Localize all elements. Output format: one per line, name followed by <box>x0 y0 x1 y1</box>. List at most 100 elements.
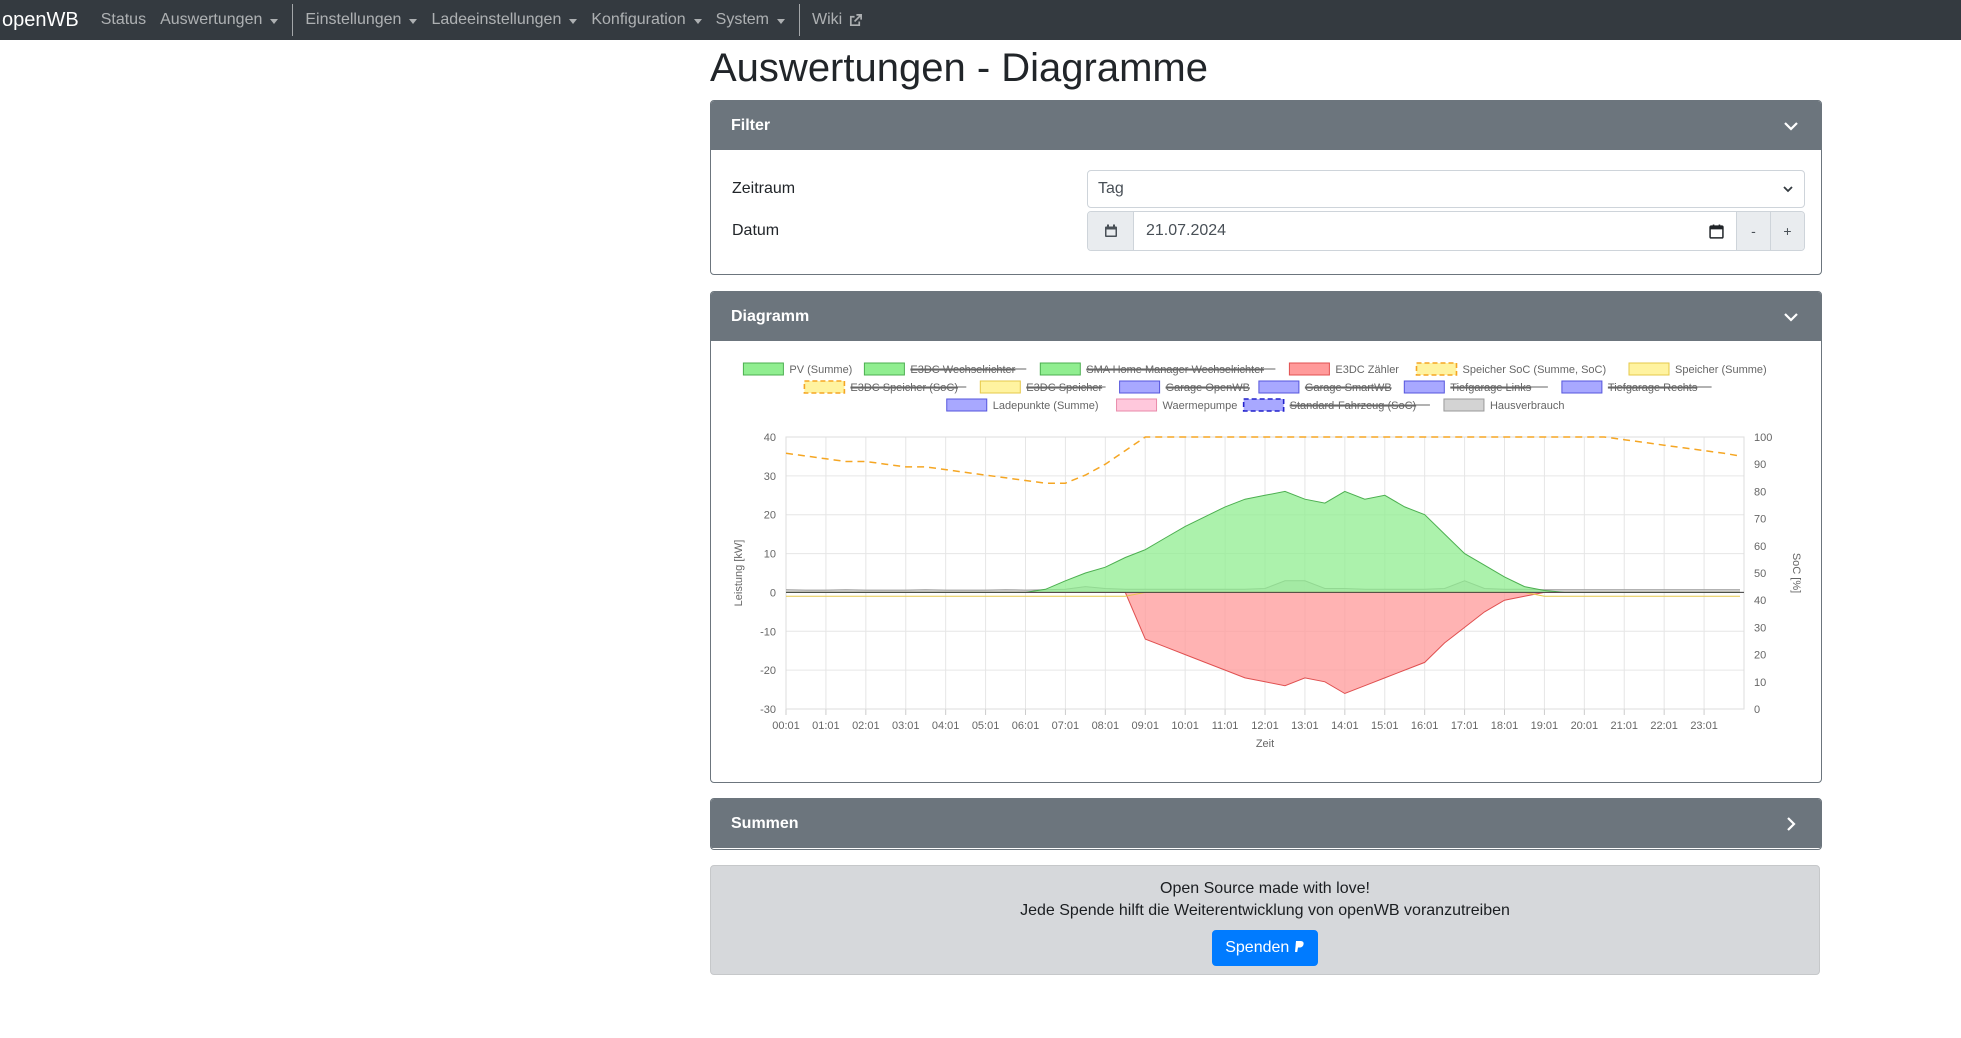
summen-card: Summen <box>710 798 1822 850</box>
legend-label[interactable]: E3DC Speicher (SoC) <box>850 382 958 394</box>
legend-label[interactable]: E3DC Zähler <box>1335 364 1399 376</box>
y-tick-right: 50 <box>1754 568 1766 580</box>
nav-system-label: System <box>715 11 769 28</box>
nav-einstellungen[interactable]: Einstellungen <box>305 11 418 29</box>
legend-swatch[interactable] <box>863 362 905 376</box>
legend-label[interactable]: PV (Summe) <box>789 364 852 376</box>
legend-label[interactable]: Standard-Fahrzeug (SoC) <box>1290 400 1417 412</box>
x-tick-label: 00:01 <box>772 720 800 732</box>
y-tick-right: 20 <box>1754 650 1766 662</box>
filter-header-label: Filter <box>731 116 771 134</box>
x-tick-label: 01:01 <box>812 720 840 732</box>
legend-label[interactable]: Garage SmartWB <box>1305 382 1392 394</box>
legend-swatch[interactable] <box>1561 380 1603 394</box>
page-title: Auswertungen - Diagramme <box>710 46 1208 90</box>
datum-label: Datum <box>732 222 780 239</box>
legend-swatch[interactable] <box>1116 398 1158 412</box>
datum-input[interactable]: 21.07.2024 <box>1134 212 1736 250</box>
legend-swatch[interactable] <box>946 398 988 412</box>
nav-divider <box>292 4 294 36</box>
legend-label[interactable]: Ladepunkte (Summe) <box>993 400 1099 412</box>
nav-wiki-label: Wiki <box>811 11 843 28</box>
summen-card-header[interactable]: Summen <box>711 799 1821 848</box>
x-tick-label: 05:01 <box>972 720 1000 732</box>
legend-label[interactable]: E3DC Wechselrichter <box>910 364 1015 376</box>
x-tick-label: 22:01 <box>1650 720 1678 732</box>
y-tick-left: 30 <box>764 471 776 483</box>
x-tick-label: 09:01 <box>1131 720 1159 732</box>
legend-swatch[interactable] <box>1415 362 1458 376</box>
x-tick-label: 13:01 <box>1291 720 1319 732</box>
legend-swatch[interactable] <box>979 380 1021 394</box>
datum-input-group: 21.07.2024 - + <box>1087 211 1805 251</box>
legend-label[interactable]: Speicher SoC (Summe, SoC) <box>1463 364 1607 376</box>
y-tick-right: 0 <box>1754 704 1760 716</box>
nav-wiki[interactable]: Wiki <box>812 11 863 29</box>
x-tick-label: 17:01 <box>1451 720 1479 732</box>
legend-swatch[interactable] <box>1443 398 1485 412</box>
legend-label[interactable]: Garage OpenWB <box>1166 382 1250 394</box>
legend-swatch[interactable] <box>1039 362 1081 376</box>
caret-down-icon <box>776 18 785 24</box>
y-tick-left: -10 <box>760 626 776 638</box>
legend-label[interactable]: SMA Home Manager Wechselrichter <box>1086 364 1264 376</box>
legend-label[interactable]: Speicher (Summe) <box>1675 364 1767 376</box>
x-tick-label: 20:01 <box>1571 720 1599 732</box>
caret-down-icon <box>270 18 279 24</box>
caret-down-icon <box>693 18 702 24</box>
nav-einstellungen-label: Einstellungen <box>305 11 402 28</box>
legend-label[interactable]: Tiefgarage Links <box>1450 382 1531 394</box>
legend-swatch[interactable] <box>1403 380 1445 394</box>
legend-swatch[interactable] <box>1288 362 1330 376</box>
caret-down-icon <box>409 18 418 24</box>
zeitraum-row: Zeitraum Tag <box>732 170 1805 208</box>
filter-card: Filter Zeitraum Tag Datum 21.07.2024 - + <box>710 100 1822 275</box>
nav-status[interactable]: Status <box>101 11 146 29</box>
donate-label: Spenden <box>1225 939 1290 956</box>
x-tick-label: 04:01 <box>932 720 960 732</box>
diagram-card: Diagramm PV (Summe) E3DC Wechselrichter SM… <box>710 291 1822 783</box>
legend-swatch[interactable] <box>1119 380 1161 394</box>
x-tick-label: 23:01 <box>1690 720 1718 732</box>
nav-system[interactable]: System <box>716 11 785 29</box>
legend-swatch[interactable] <box>803 380 846 394</box>
legend-label[interactable]: Waermepumpe <box>1163 400 1238 412</box>
y-tick-left: 0 <box>770 587 776 599</box>
nav-konfiguration[interactable]: Konfiguration <box>591 11 702 29</box>
date-increment-button[interactable]: + <box>1770 212 1804 250</box>
date-decrement-button[interactable]: - <box>1736 212 1770 250</box>
x-tick-label: 08:01 <box>1092 720 1120 732</box>
zeitraum-label: Zeitraum <box>732 180 796 197</box>
summen-header-label: Summen <box>731 814 799 832</box>
legend-swatch[interactable] <box>742 362 784 376</box>
legend-swatch[interactable] <box>1628 362 1670 376</box>
legend-label[interactable]: Hausverbrauch <box>1490 400 1565 412</box>
datum-value: 21.07.2024 <box>1146 222 1227 239</box>
nav-auswertungen[interactable]: Auswertungen <box>160 11 279 29</box>
chevron-right-icon <box>1787 816 1796 831</box>
y-tick-left: -30 <box>760 704 776 716</box>
legend-label[interactable]: Tiefgarage Rechts <box>1608 382 1698 394</box>
legend-swatch[interactable] <box>1242 398 1285 412</box>
filter-card-header[interactable]: Filter <box>711 101 1821 150</box>
x-tick-label: 02:01 <box>852 720 880 732</box>
zeitraum-select[interactable]: Tag <box>1087 170 1805 208</box>
legend-label[interactable]: E3DC Speicher <box>1026 382 1102 394</box>
footer-line-2: Jede Spende hilft die Weiterentwicklung … <box>1020 902 1510 919</box>
diagram-card-header[interactable]: Diagramm <box>711 292 1821 341</box>
nav-konfiguration-label: Konfiguration <box>591 11 686 28</box>
x-tick-label: 12:01 <box>1251 720 1279 732</box>
nav-ladeeinstellungen[interactable]: Ladeeinstellungen <box>431 11 578 29</box>
legend-swatch[interactable] <box>1258 380 1300 394</box>
nav-auswertungen-label: Auswertungen <box>160 11 263 28</box>
datum-row: Datum 21.07.2024 - + <box>732 211 1805 251</box>
date-picker-icon[interactable] <box>1709 224 1724 239</box>
diagram-header-label: Diagramm <box>731 307 810 325</box>
nav-divider <box>798 4 800 36</box>
y-tick-right: 30 <box>1754 622 1766 634</box>
x-tick-label: 10:01 <box>1171 720 1199 732</box>
donate-button[interactable]: Spenden <box>1212 930 1318 966</box>
top-navbar: openWB Status Auswertungen Einstellungen… <box>0 0 1961 40</box>
x-tick-label: 06:01 <box>1012 720 1040 732</box>
brand-logo[interactable]: openWB <box>2 9 79 32</box>
